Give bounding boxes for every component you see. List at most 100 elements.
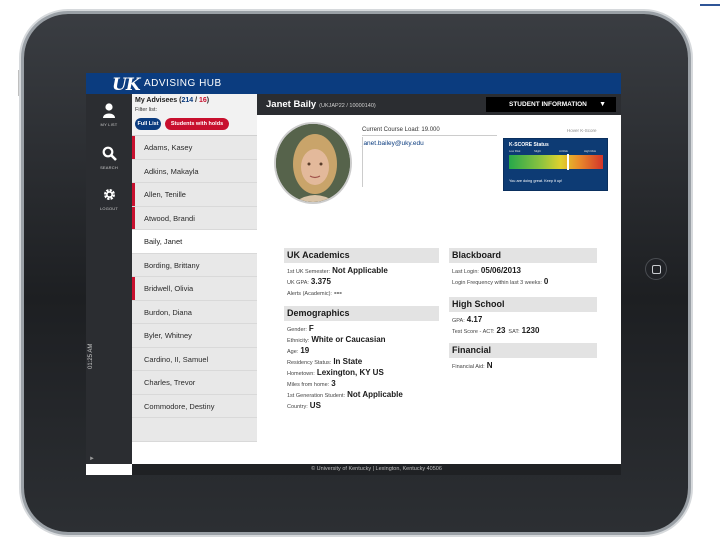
student-list-item[interactable]: Bridwell, Olivia bbox=[132, 277, 257, 301]
field-value: F bbox=[308, 324, 314, 333]
field-row: Financial Aid: N bbox=[449, 360, 597, 371]
field-label: Country: bbox=[287, 404, 308, 410]
advisee-count-close: ) bbox=[206, 97, 210, 104]
kscore-scale-label: High Risk bbox=[584, 149, 596, 153]
student-list-item[interactable]: Bording, Brittany bbox=[132, 253, 257, 277]
field-row: 1st Generation Student: Not Applicable bbox=[284, 389, 439, 400]
home-button[interactable] bbox=[645, 258, 667, 280]
financial-fields: Financial Aid: N bbox=[449, 358, 597, 371]
student-detail: Current Course Load: 19.000 janet.bailey… bbox=[257, 115, 621, 464]
high-school-section: High School GPA: 4.17 Test Score - ACT: 23 S… bbox=[449, 297, 597, 336]
field-value: N bbox=[486, 361, 493, 370]
student-list-item[interactable]: Commodore, Destiny bbox=[132, 394, 257, 418]
uk-academics-title: UK Academics bbox=[284, 248, 439, 263]
field-value: 1230 bbox=[521, 326, 540, 335]
field-label: Alerts (Academic): bbox=[287, 291, 332, 297]
kscore-message: You are doing great. Keep it up! bbox=[509, 179, 563, 183]
search-icon bbox=[94, 146, 124, 165]
kscore-title: K-SCORE Status bbox=[509, 142, 549, 148]
logout-button[interactable]: LOGOUT bbox=[94, 187, 124, 211]
uk-academics-section: UK Academics 1st UK Semester: Not Applica… bbox=[284, 248, 439, 298]
field-value: 3 bbox=[331, 379, 336, 388]
financial-title: Financial bbox=[449, 343, 597, 358]
field-label: Age: bbox=[287, 349, 299, 355]
field-label: UK GPA: bbox=[287, 280, 309, 286]
advisee-count-label: My Advisees ( bbox=[135, 97, 182, 104]
financial-section: Financial Financial Aid: N bbox=[449, 343, 597, 371]
student-photo bbox=[274, 122, 352, 204]
field-row: GPA: 4.17 bbox=[449, 314, 597, 325]
filter-label: Filter list: bbox=[135, 107, 157, 113]
students-with-holds-button[interactable]: Students with holds bbox=[165, 118, 229, 130]
field-row: UK GPA: 3.375 bbox=[284, 276, 439, 287]
field-label: Hometown: bbox=[287, 371, 315, 377]
student-id: (UKJAP22 / 10000140) bbox=[319, 103, 376, 109]
field-value: 23 bbox=[496, 326, 506, 335]
student-list-item[interactable]: Charles, Trevor bbox=[132, 371, 257, 395]
field-label: GPA: bbox=[452, 318, 465, 324]
field-label: 1st UK Semester: bbox=[287, 269, 331, 275]
field-row: 1st UK Semester: Not Applicable bbox=[284, 265, 439, 276]
field-value: Lexington, KY US bbox=[316, 368, 384, 377]
icon-sidebar: MY LIST SEARCH LOGOUT 01:25 AM ► bbox=[86, 94, 132, 464]
blackboard-fields: Last Login: 05/06/2013 Login Frequency wit… bbox=[449, 263, 597, 287]
field-label: Financial Aid: bbox=[452, 364, 485, 370]
demographics-section: Demographics Gender: F Ethnicity: White or … bbox=[284, 306, 439, 411]
search-button[interactable]: SEARCH bbox=[94, 146, 124, 170]
field-label: Ethnicity: bbox=[287, 338, 310, 344]
field-value: 19 bbox=[300, 346, 310, 355]
field-value: Not Applicable bbox=[332, 266, 388, 275]
student-list-item[interactable]: Allen, Tenille bbox=[132, 183, 257, 207]
kscore-scale-label: Low Risk bbox=[509, 149, 521, 153]
contact-block: Current Course Load: 19.000 janet.bailey… bbox=[362, 127, 497, 147]
student-list-item[interactable]: Adkins, Makayla bbox=[132, 159, 257, 183]
blackboard-section: Blackboard Last Login: 05/06/2013 Login Fr… bbox=[449, 248, 597, 287]
field-label: Residency Status: bbox=[287, 360, 332, 366]
student-list-item[interactable]: Byler, Whitney bbox=[132, 324, 257, 348]
high-school-title: High School bbox=[449, 297, 597, 312]
kscore-scale: Low Risk Slight At Risk High Risk bbox=[509, 149, 603, 154]
student-header: Janet Baily (UKJAP22 / 10000140) STUDENT … bbox=[257, 94, 621, 115]
field-row: Age: 19 bbox=[284, 345, 439, 356]
field-value: In State bbox=[333, 357, 363, 366]
kscore-marker bbox=[567, 154, 570, 170]
uk-academics-fields: 1st UK Semester: Not Applicable UK GPA: 3.3… bbox=[284, 263, 439, 298]
field-row: Hometown: Lexington, KY US bbox=[284, 367, 439, 378]
field-row: Gender: F bbox=[284, 323, 439, 334]
field-label: Gender: bbox=[287, 327, 307, 333]
field-label: SAT: bbox=[508, 329, 520, 335]
app-screen: UK ADVISING HUB MY LIST SEARCH LOGOUT 01… bbox=[86, 73, 621, 475]
field-label: Miles from home: bbox=[287, 382, 330, 388]
kscore-widget[interactable]: K-SCORE Status Low Risk Slight At Risk High… bbox=[503, 138, 608, 191]
blackboard-title: Blackboard bbox=[449, 248, 597, 263]
student-list-item[interactable]: Cardino, II, Samuel bbox=[132, 347, 257, 371]
collapse-arrow-icon[interactable]: ► bbox=[89, 456, 95, 462]
full-list-button[interactable]: Full List bbox=[135, 118, 161, 130]
field-value: Not Applicable bbox=[347, 390, 403, 399]
kscore-gradient-bar bbox=[509, 155, 603, 169]
uk-logo: UK bbox=[112, 75, 141, 95]
demographics-fields: Gender: F Ethnicity: White or Caucasian Age:… bbox=[284, 321, 439, 411]
field-value: --- bbox=[333, 288, 342, 297]
contact-divider bbox=[362, 137, 363, 187]
app-footer: © University of Kentucky | Lexington, Ke… bbox=[132, 464, 621, 475]
student-list-item[interactable]: Adams, Kasey bbox=[132, 136, 257, 160]
student-email-link[interactable]: janet.bailey@uky.edu bbox=[362, 140, 497, 147]
gear-icon bbox=[94, 187, 124, 206]
field-row: Residency Status: In State bbox=[284, 356, 439, 367]
student-list-item[interactable]: Baily, Janet bbox=[132, 230, 259, 254]
field-value: 4.17 bbox=[466, 315, 483, 324]
student-list-item[interactable]: Burdon, Diana bbox=[132, 300, 257, 324]
student-list-item[interactable]: Atwood, Brandi bbox=[132, 206, 257, 230]
stage: UK ADVISING HUB MY LIST SEARCH LOGOUT 01… bbox=[0, 0, 720, 540]
top-bar: UK ADVISING HUB bbox=[86, 73, 621, 95]
advisee-count-heading: My Advisees (214 / 16) bbox=[135, 97, 209, 104]
high-school-fields: GPA: 4.17 Test Score - ACT: 23 SAT: 1230 bbox=[449, 312, 597, 336]
search-label: SEARCH bbox=[100, 165, 118, 170]
student-name-heading: Janet Baily (UKJAP22 / 10000140) bbox=[266, 99, 376, 110]
student-information-dropdown[interactable]: STUDENT INFORMATION ▼ bbox=[486, 97, 616, 112]
my-list-button[interactable]: MY LIST bbox=[94, 103, 124, 127]
advisee-list-panel: My Advisees (214 / 16) Filter list: Full… bbox=[132, 94, 259, 464]
student-information-label: STUDENT INFORMATION bbox=[509, 101, 587, 108]
field-row: Test Score - ACT: 23 SAT: 1230 bbox=[449, 325, 597, 336]
